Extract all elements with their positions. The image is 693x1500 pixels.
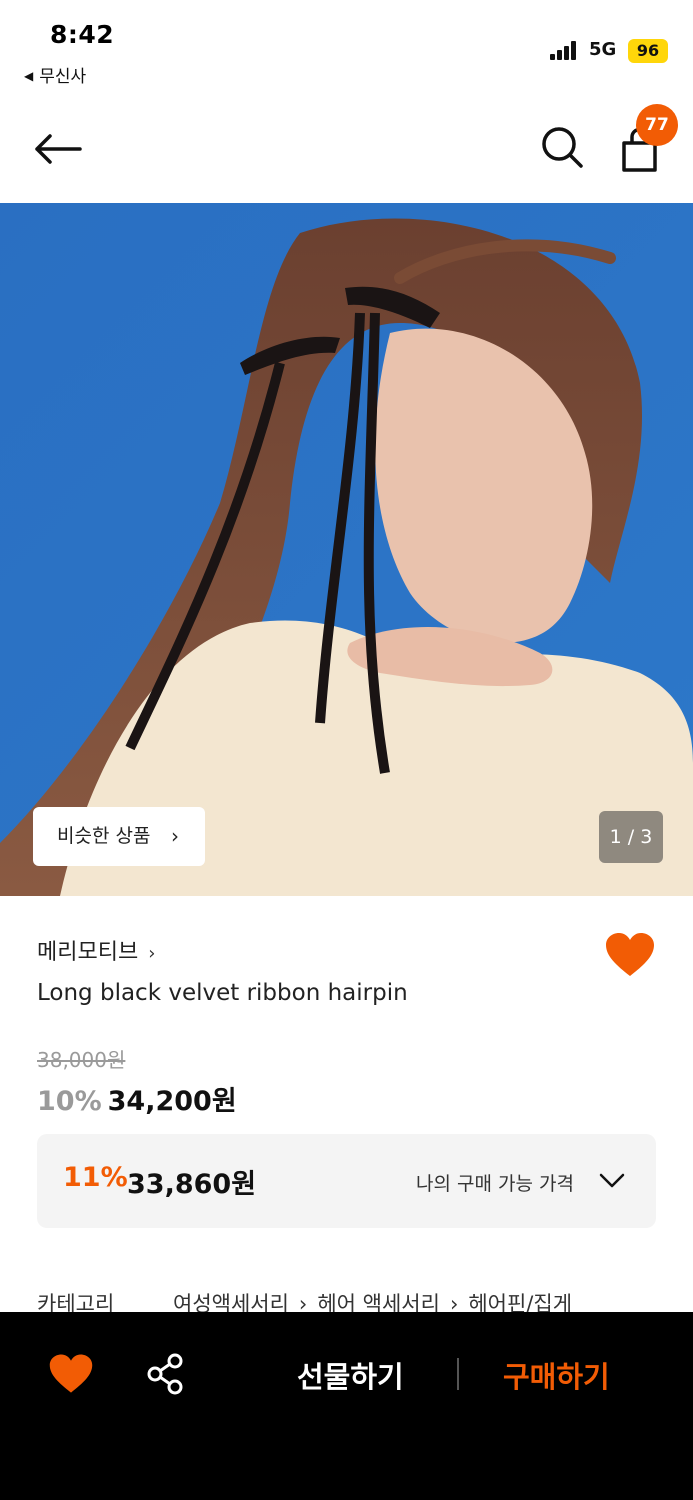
- original-price: 38,000원: [37, 1048, 126, 1072]
- heart-icon: [606, 933, 654, 976]
- network-type: 5G: [589, 39, 617, 60]
- back-button[interactable]: [30, 127, 86, 171]
- buy-button[interactable]: 구매하기: [503, 1354, 610, 1396]
- back-arrow-icon: [35, 134, 82, 164]
- price-row: 10% 34,200원: [37, 1079, 237, 1118]
- sale-price: 34,200원: [107, 1086, 237, 1117]
- cart-count-badge: 77: [636, 104, 678, 146]
- bottom-action-bar: 선물하기 구매하기: [0, 1312, 693, 1500]
- share-icon: [147, 1353, 183, 1395]
- chevron-right-icon: ›: [171, 824, 179, 848]
- share-button[interactable]: [144, 1352, 188, 1396]
- product-name: Long black velvet ribbon hairpin: [37, 980, 408, 1006]
- similar-products-button[interactable]: 비슷한 상품 ›: [33, 807, 205, 866]
- like-button[interactable]: [604, 932, 656, 978]
- heart-icon: [49, 1354, 93, 1393]
- status-bar: 8:42 ◀ 무신사 5G 96: [0, 0, 693, 95]
- product-photo: [0, 203, 693, 896]
- bottom-like-button[interactable]: [48, 1352, 94, 1396]
- app-header: [0, 95, 693, 203]
- chevron-down-icon: [599, 1173, 625, 1188]
- member-discount-rate: 11%: [63, 1162, 128, 1193]
- discount-rate: 10%: [37, 1086, 102, 1117]
- status-time: 8:42: [50, 20, 115, 49]
- back-to-app-link[interactable]: ◀ 무신사: [24, 62, 86, 87]
- search-icon: [542, 127, 583, 168]
- brand-link[interactable]: 메리모티브 ›: [37, 934, 155, 966]
- battery-badge: 96: [628, 39, 668, 63]
- back-app-label: 무신사: [39, 67, 87, 87]
- back-triangle-icon: ◀: [24, 69, 34, 83]
- image-page-indicator: 1 / 3: [599, 811, 663, 863]
- divider: [457, 1358, 459, 1390]
- chevron-right-icon: ›: [148, 943, 156, 964]
- member-price-box[interactable]: 11% 33,860원 나의 구매 가능 가격: [37, 1134, 656, 1228]
- similar-products-label: 비슷한 상품: [57, 825, 151, 847]
- member-price: 33,860원: [127, 1169, 257, 1200]
- product-image-carousel[interactable]: 비슷한 상품 › 1 / 3: [0, 203, 693, 896]
- search-button[interactable]: [538, 123, 586, 171]
- brand-name: 메리모티브: [37, 940, 139, 965]
- member-price-label: 나의 구매 가능 가격: [416, 1173, 574, 1195]
- signal-icon: [550, 40, 582, 60]
- gift-button[interactable]: 선물하기: [297, 1354, 404, 1396]
